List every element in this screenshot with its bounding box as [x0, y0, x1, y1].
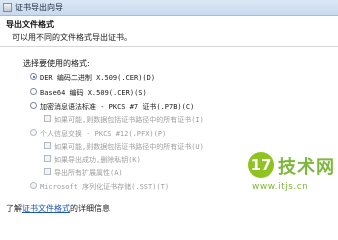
radio-der[interactable] — [30, 73, 37, 80]
option-pfx[interactable]: 个人信息交换 - PKCS #12(.PFX)(P) — [30, 128, 166, 139]
option-pfx-delete-key-label: 如果导出成功,删除私钥(K) — [54, 156, 141, 164]
option-der[interactable]: DER 编码二进制 X.509(.CER)(D) — [30, 72, 155, 83]
radio-sst[interactable] — [30, 182, 37, 189]
watermark-url: www.itjs.cn — [252, 182, 309, 192]
window-title: 证书导出向导 — [15, 3, 63, 12]
page-subheading: 可以用不同的文件格式导出证书。 — [12, 33, 132, 42]
option-pfx-export-extended[interactable]: 导出所有扩展属性(A) — [44, 167, 123, 178]
checkbox-pfx-include-all[interactable] — [44, 142, 51, 149]
option-base64-label: Base64 编码 X.509(.CER)(S) — [40, 89, 147, 97]
format-prompt: 选择要使用的格式: — [23, 59, 90, 68]
option-sst-label: Microsoft 序列化证书存储(.SST)(T) — [40, 183, 170, 191]
option-pkcs7-include-all-label: 如果可能,则数据包括证书路径中的所有证书(I) — [54, 116, 204, 124]
option-pfx-export-extended-label: 导出所有扩展属性(A) — [54, 169, 123, 177]
window-titlebar[interactable]: 证书导出向导 — [0, 0, 338, 16]
option-pfx-include-all-label: 如果可能,则数据包括证书路径中的所有证书(U) — [54, 143, 204, 151]
radio-base64[interactable] — [30, 88, 37, 95]
option-der-label: DER 编码二进制 X.509(.CER)(D) — [40, 74, 156, 82]
cert-format-link[interactable]: 证书文件格式 — [22, 204, 70, 213]
option-pkcs7-label: 加密消息语法标准 - PKCS #7 证书(.P7B)(C) — [40, 103, 195, 111]
footer-suffix: 的详细信息 — [70, 204, 110, 213]
option-pfx-label: 个人信息交换 - PKCS #12(.PFX)(P) — [40, 130, 167, 138]
option-pfx-delete-key[interactable]: 如果导出成功,删除私钥(K) — [44, 154, 141, 165]
option-pkcs7[interactable]: 加密消息语法标准 - PKCS #7 证书(.P7B)(C) — [30, 101, 194, 112]
footer-help: 了解证书文件格式的详细信息 — [6, 203, 110, 214]
checkbox-pkcs7-include-all[interactable] — [44, 115, 51, 122]
option-pkcs7-include-all[interactable]: 如果可能,则数据包括证书路径中的所有证书(I) — [44, 114, 204, 125]
watermark-logo-icon: 17 — [248, 152, 274, 178]
wizard-header: 导出文件格式 可以用不同的文件格式导出证书。 — [0, 16, 338, 47]
checkbox-pfx-delete-key[interactable] — [44, 155, 51, 162]
checkbox-pfx-export-extended[interactable] — [44, 168, 51, 175]
footer-prefix: 了解 — [6, 204, 22, 213]
option-pfx-include-all[interactable]: 如果可能,则数据包括证书路径中的所有证书(U) — [44, 141, 204, 152]
radio-pfx[interactable] — [30, 129, 37, 136]
option-sst[interactable]: Microsoft 序列化证书存储(.SST)(T) — [30, 181, 169, 192]
option-base64[interactable]: Base64 编码 X.509(.CER)(S) — [30, 87, 147, 98]
certificate-icon — [3, 3, 12, 12]
watermark-text: 技术网 — [278, 157, 335, 178]
radio-pkcs7[interactable] — [30, 102, 37, 109]
page-heading: 导出文件格式 — [6, 20, 54, 29]
